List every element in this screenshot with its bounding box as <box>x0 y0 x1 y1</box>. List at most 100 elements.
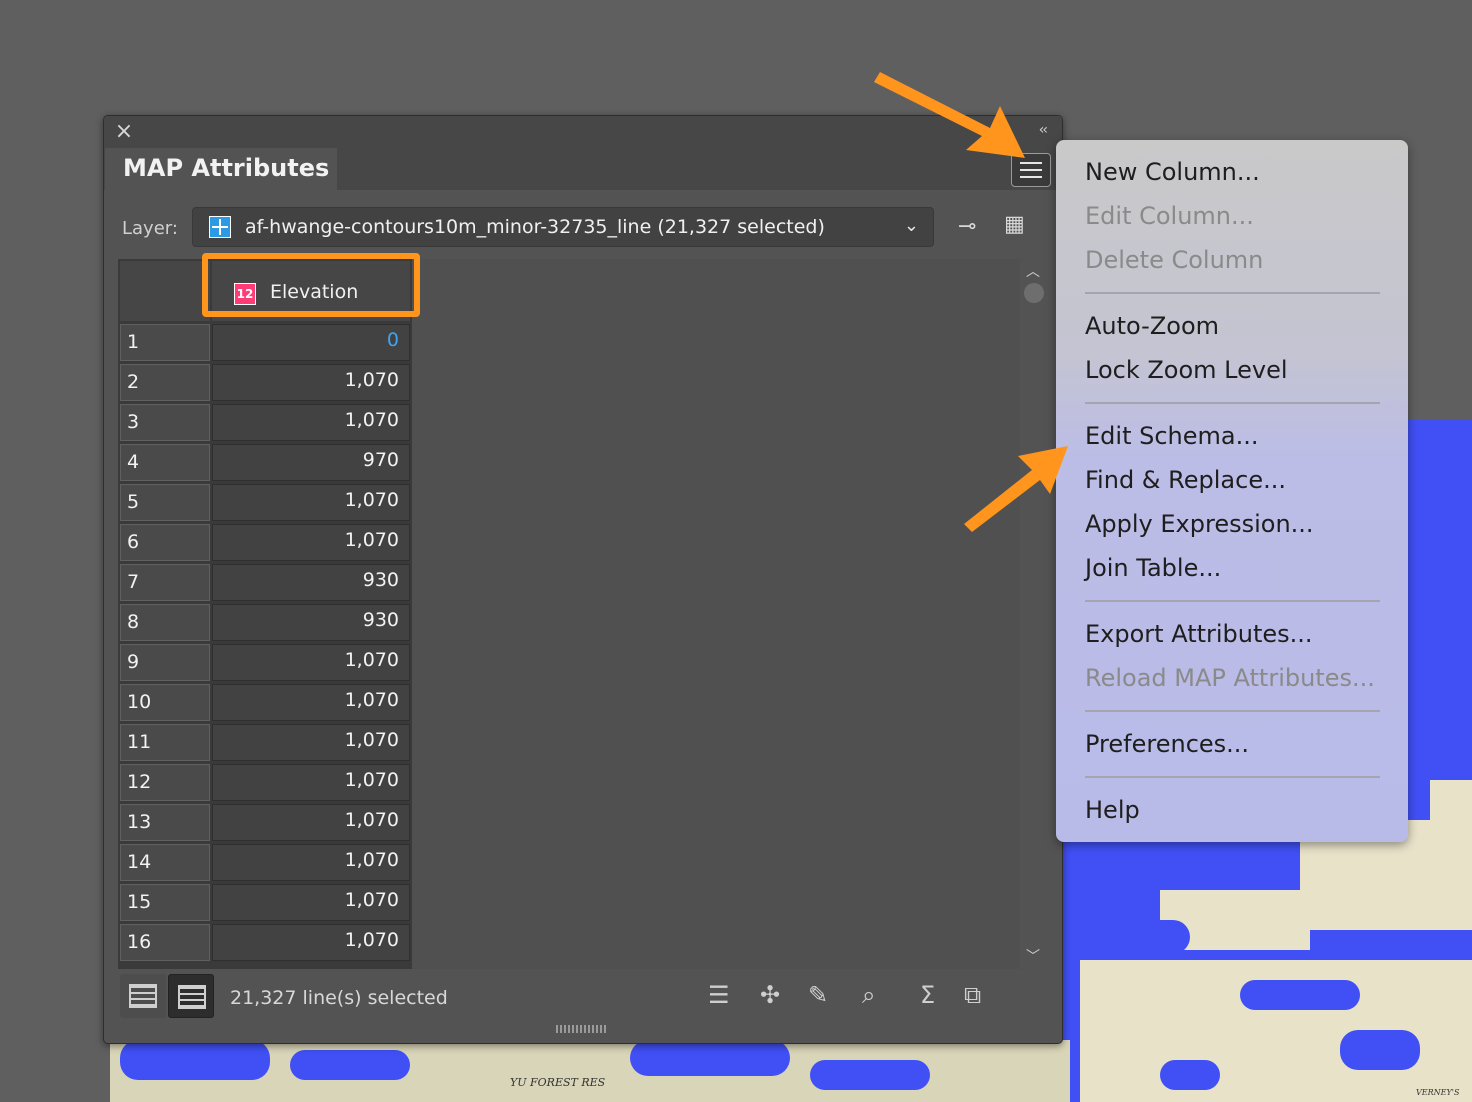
tab-map-attributes[interactable]: MAP Attributes <box>105 148 337 190</box>
elevation-cell[interactable]: 930 <box>212 604 410 641</box>
map-blob <box>1240 980 1360 1010</box>
elevation-cell[interactable]: 1,070 <box>212 884 410 921</box>
elevation-cell[interactable]: 0 <box>212 324 410 361</box>
row-number[interactable]: 5 <box>120 484 210 521</box>
menu-item-reload-attributes: Reload MAP Attributes... <box>1085 664 1375 692</box>
elevation-cell[interactable]: 1,070 <box>212 924 410 961</box>
menu-separator <box>1085 292 1380 294</box>
table-row[interactable]: 8 930 <box>118 603 412 643</box>
elevation-header-highlight <box>202 253 420 317</box>
show-all-button[interactable] <box>120 974 166 1018</box>
table-row[interactable]: 3 1,070 <box>118 403 412 443</box>
menu-item-edit-schema[interactable]: Edit Schema... <box>1085 422 1258 450</box>
menu-item-export-attributes[interactable]: Export Attributes... <box>1085 620 1313 648</box>
table-row[interactable]: 1 0 <box>118 323 412 363</box>
table-corner-header[interactable] <box>120 261 210 321</box>
show-selected-button[interactable] <box>168 974 214 1018</box>
pin-icon[interactable]: ⊸ <box>958 214 976 239</box>
row-number[interactable]: 12 <box>120 764 210 801</box>
panel-footer: 21,327 line(s) selected ☰ ✣ ✎ ⌕ Σ ⧉ <box>104 969 1062 1033</box>
table-row[interactable]: 4 970 <box>118 443 412 483</box>
column-options-icon[interactable]: ☰ <box>708 981 730 1009</box>
elevation-cell[interactable]: 1,070 <box>212 404 410 441</box>
table-row[interactable]: 5 1,070 <box>118 483 412 523</box>
menu-item-new-column[interactable]: New Column... <box>1085 158 1260 186</box>
elevation-cell[interactable]: 1,070 <box>212 804 410 841</box>
elevation-cell[interactable]: 970 <box>212 444 410 481</box>
table-row[interactable]: 10 1,070 <box>118 683 412 723</box>
edit-table-icon[interactable]: ✎ <box>808 981 828 1009</box>
elevation-cell[interactable]: 1,070 <box>212 724 410 761</box>
menu-item-join-table[interactable]: Join Table... <box>1085 554 1221 582</box>
table-row[interactable]: 15 1,070 <box>118 883 412 923</box>
menu-separator <box>1085 402 1380 404</box>
row-number[interactable]: 16 <box>120 924 210 961</box>
elevation-cell[interactable]: 1,070 <box>212 484 410 521</box>
scroll-down-icon[interactable]: ﹀ <box>1026 946 1040 966</box>
hamburger-icon-line <box>1020 169 1042 171</box>
table-row[interactable]: 12 1,070 <box>118 763 412 803</box>
row-number[interactable]: 1 <box>120 324 210 361</box>
scrollbar-thumb[interactable] <box>1024 283 1044 303</box>
row-number[interactable]: 10 <box>120 684 210 721</box>
map-blob <box>810 1060 930 1090</box>
table-row[interactable]: 16 1,070 <box>118 923 412 963</box>
row-number[interactable]: 13 <box>120 804 210 841</box>
row-number[interactable]: 4 <box>120 444 210 481</box>
layer-dropdown[interactable]: af-hwange-contours10m_minor-32735_line (… <box>192 207 934 247</box>
menu-item-preferences[interactable]: Preferences... <box>1085 730 1249 758</box>
row-number[interactable]: 8 <box>120 604 210 641</box>
row-number[interactable]: 2 <box>120 364 210 401</box>
row-number[interactable]: 9 <box>120 644 210 681</box>
elevation-cell[interactable]: 1,070 <box>212 684 410 721</box>
hamburger-icon-line <box>1020 162 1042 164</box>
panel-titlebar[interactable]: × ‹‹ <box>104 116 1062 148</box>
table-row[interactable]: 13 1,070 <box>118 803 412 843</box>
table-row[interactable]: 6 1,070 <box>118 523 412 563</box>
menu-item-help[interactable]: Help <box>1085 796 1140 824</box>
table-row[interactable]: 14 1,070 <box>118 843 412 883</box>
table-export-icon[interactable]: ▦ <box>1004 212 1025 237</box>
panel-title: MAP Attributes <box>123 154 330 182</box>
menu-item-lock-zoom[interactable]: Lock Zoom Level <box>1085 356 1288 384</box>
row-number[interactable]: 15 <box>120 884 210 921</box>
shrink-icon[interactable]: ✣ <box>760 981 780 1009</box>
elevation-cell[interactable]: 1,070 <box>212 364 410 401</box>
elevation-cell[interactable]: 930 <box>212 564 410 601</box>
row-number[interactable]: 11 <box>120 724 210 761</box>
elevation-cell[interactable]: 1,070 <box>212 524 410 561</box>
scroll-up-icon[interactable]: ︿ <box>1026 261 1040 281</box>
sum-icon[interactable]: Σ <box>920 981 935 1009</box>
row-number[interactable]: 14 <box>120 844 210 881</box>
panel-tab-row: MAP Attributes <box>104 148 1062 190</box>
row-number[interactable]: 3 <box>120 404 210 441</box>
join-table-icon[interactable]: ⧉ <box>964 981 981 1009</box>
menu-item-apply-expression[interactable]: Apply Expression... <box>1085 510 1314 538</box>
table-row[interactable]: 11 1,070 <box>118 723 412 763</box>
map-blob <box>290 1050 410 1080</box>
line-layer-icon <box>209 216 231 238</box>
map-blob <box>1340 1030 1420 1070</box>
elevation-cell[interactable]: 1,070 <box>212 764 410 801</box>
selected-list-icon <box>178 985 206 1009</box>
layer-label: Layer: <box>122 218 178 239</box>
elevation-cell[interactable]: 1,070 <box>212 644 410 681</box>
menu-item-auto-zoom[interactable]: Auto-Zoom <box>1085 312 1219 340</box>
panel-menu-button[interactable] <box>1011 153 1051 187</box>
table-row[interactable]: 7 930 <box>118 563 412 603</box>
map-attributes-panel: × ‹‹ MAP Attributes Layer: af-hwange-con… <box>103 115 1063 1044</box>
selection-status: 21,327 line(s) selected <box>230 987 448 1009</box>
collapse-icon[interactable]: ‹‹ <box>1039 122 1048 138</box>
map-bottom-strip: YU FOREST RES <box>110 1040 1070 1102</box>
find-icon[interactable]: ⌕ <box>862 981 875 1009</box>
menu-item-find-replace[interactable]: Find & Replace... <box>1085 466 1286 494</box>
map-blob <box>1100 920 1190 954</box>
row-number[interactable]: 7 <box>120 564 210 601</box>
hamburger-icon-line <box>1020 176 1042 178</box>
close-icon[interactable]: × <box>114 121 134 143</box>
table-row[interactable]: 9 1,070 <box>118 643 412 683</box>
resize-grip[interactable] <box>556 1025 606 1033</box>
row-number[interactable]: 6 <box>120 524 210 561</box>
elevation-cell[interactable]: 1,070 <box>212 844 410 881</box>
table-row[interactable]: 2 1,070 <box>118 363 412 403</box>
